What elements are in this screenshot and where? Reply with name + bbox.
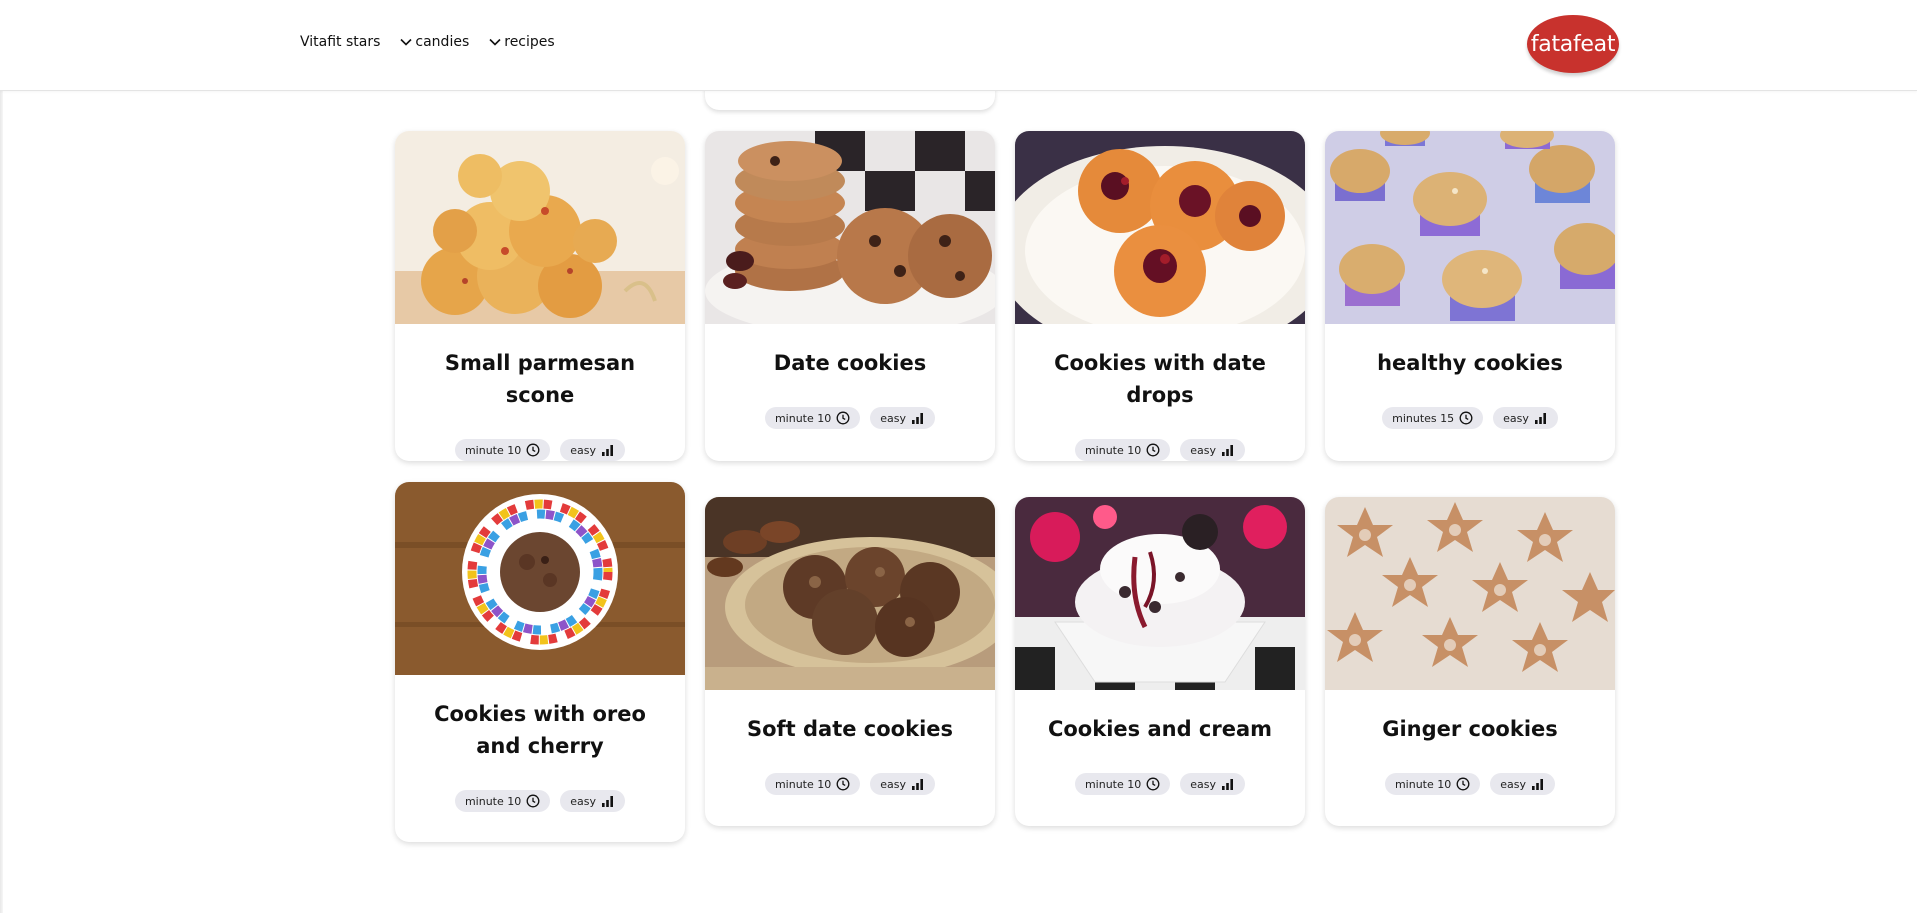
recipe-title: Soft date cookies: [746, 717, 954, 741]
recipe-title: Cookies and cream: [1047, 717, 1273, 741]
difficulty-value: easy: [570, 443, 597, 457]
difficulty-value: easy: [1190, 777, 1217, 791]
clock-icon: [1146, 443, 1160, 457]
signal-bars-icon: [602, 445, 614, 456]
recipe-meta: minute 10 easy: [395, 790, 685, 812]
cook-time-badge: minute 10: [764, 407, 861, 429]
signal-bars-icon: [1534, 413, 1546, 424]
clock-icon: [836, 411, 850, 425]
difficulty-value: easy: [1503, 411, 1529, 425]
recipe-image: [1325, 497, 1615, 690]
nav-item-label: candies: [415, 34, 470, 50]
recipe-card[interactable]: healthy cookies minutes 15 easy: [1325, 131, 1615, 461]
cook-time-badge: minute 10: [454, 439, 551, 461]
site-logo[interactable]: fatafeat: [1527, 15, 1619, 73]
cook-time-value: minute 10: [464, 443, 522, 457]
nav-item-label: Vitafit stars: [300, 34, 381, 50]
difficulty-badge: easy: [1490, 773, 1556, 795]
logo-text: fatafeat: [1530, 31, 1616, 57]
difficulty-badge: easy: [1180, 439, 1246, 461]
difficulty-badge: easy: [560, 439, 626, 461]
recipe-card[interactable]: Ginger cookies minute 10 easy: [1325, 497, 1615, 826]
cook-time-badge: minute 10: [1074, 773, 1171, 795]
signal-bars-icon: [1222, 779, 1234, 790]
nav-item-recipes[interactable]: recipes: [489, 34, 555, 50]
cook-time-value: minute 10: [1084, 443, 1142, 457]
difficulty-badge: easy: [1493, 407, 1558, 429]
cook-time-value: minute 10: [1084, 777, 1142, 791]
recipe-meta: minute 10 easy: [1015, 439, 1305, 461]
recipe-card[interactable]: Small parmesan scone minute 10 easy: [395, 131, 685, 461]
signal-bars-icon: [1532, 779, 1544, 790]
clock-icon: [1146, 777, 1160, 791]
cook-time-badge: minutes 15: [1382, 407, 1484, 429]
cook-time-value: minute 10: [774, 411, 832, 425]
recipe-meta: minute 10 easy: [705, 773, 995, 795]
recipe-image: [395, 482, 685, 675]
clock-icon: [1456, 777, 1470, 791]
cook-time-badge: minute 10: [1074, 439, 1171, 461]
recipe-meta: minutes 15 easy: [1325, 407, 1615, 429]
difficulty-badge: easy: [1180, 773, 1246, 795]
recipe-title: Ginger cookies: [1382, 717, 1558, 741]
nav-item-candies[interactable]: candies: [400, 34, 469, 50]
clock-icon: [526, 794, 540, 808]
cook-time-value: minute 10: [774, 777, 832, 791]
chevron-down-icon: [400, 38, 412, 46]
difficulty-value: easy: [570, 794, 597, 808]
recipe-card[interactable]: Date cookies minute 10 easy: [705, 131, 995, 461]
signal-bars-icon: [912, 413, 924, 424]
recipe-title: Small parmesan scone: [444, 351, 636, 407]
recipe-meta: minute 10 easy: [395, 439, 685, 461]
difficulty-value: easy: [880, 777, 907, 791]
recipe-image: [705, 497, 995, 690]
signal-bars-icon: [912, 779, 924, 790]
recipe-title: Cookies with date drops: [1054, 351, 1266, 407]
main-nav: Vitafit stars candies recipes: [300, 34, 575, 50]
difficulty-badge: easy: [560, 790, 626, 812]
recipe-card[interactable]: Cookies and cream minute 10 easy: [1015, 497, 1305, 826]
top-navbar: Vitafit stars candies recipes fatafeat: [0, 0, 1917, 91]
recipe-title: Date cookies: [773, 351, 927, 375]
recipe-image: [1015, 131, 1305, 324]
recipe-meta: minute 10 easy: [1015, 773, 1305, 795]
recipe-meta: minute 10 easy: [705, 407, 995, 429]
difficulty-value: easy: [1190, 443, 1217, 457]
recipe-meta: minute 10 easy: [1325, 773, 1615, 795]
cook-time-badge: minute 10: [454, 790, 551, 812]
recipe-title: healthy cookies: [1377, 351, 1563, 375]
signal-bars-icon: [602, 796, 614, 807]
clock-icon: [836, 777, 850, 791]
recipe-image: [395, 131, 685, 324]
clock-icon: [1459, 411, 1473, 425]
cook-time-badge: minute 10: [764, 773, 861, 795]
difficulty-badge: easy: [870, 773, 936, 795]
recipe-image: [1015, 497, 1305, 690]
recipe-image: [705, 131, 995, 324]
recipe-image: [1325, 131, 1615, 324]
difficulty-badge: easy: [870, 407, 936, 429]
difficulty-value: easy: [1500, 777, 1527, 791]
cook-time-badge: minute 10: [1384, 773, 1481, 795]
cook-time-value: minute 10: [1394, 777, 1452, 791]
recipe-card[interactable]: Cookies with oreo and cherry minute 10 e…: [395, 482, 685, 842]
recipe-title: Cookies with oreo and cherry: [434, 702, 646, 758]
chevron-down-icon: [489, 38, 501, 46]
cook-time-value: minute 10: [464, 794, 522, 808]
signal-bars-icon: [1222, 445, 1234, 456]
clock-icon: [526, 443, 540, 457]
cook-time-value: minutes 15: [1392, 411, 1455, 425]
nav-item-label: recipes: [504, 34, 555, 50]
page-left-edge: [0, 0, 3, 913]
nav-item-vitafit-stars[interactable]: Vitafit stars: [300, 34, 380, 50]
difficulty-value: easy: [880, 411, 907, 425]
recipe-card[interactable]: Soft date cookies minute 10 easy: [705, 497, 995, 826]
recipe-card[interactable]: Cookies with date drops minute 10 easy: [1015, 131, 1305, 461]
